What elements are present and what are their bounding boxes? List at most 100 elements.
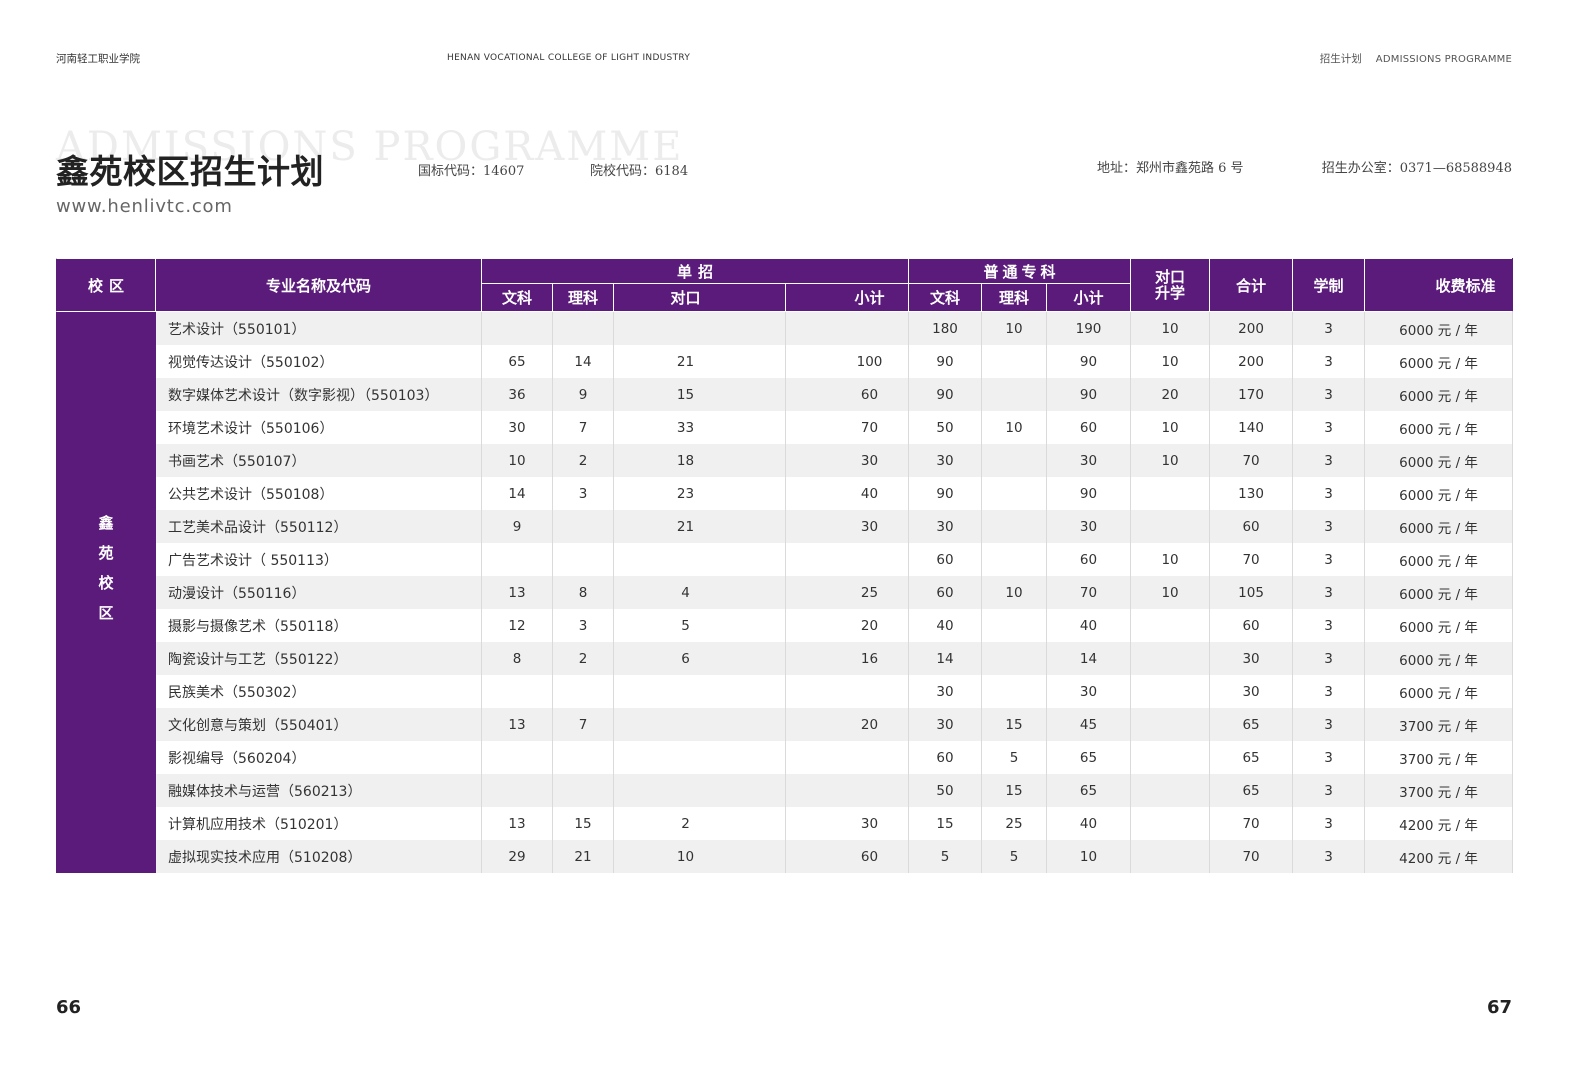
total-cell: 70 — [1209, 444, 1294, 477]
general-subtotal-cell: 10 — [1046, 840, 1132, 873]
single-subtotal-cell: 25 — [784, 576, 910, 609]
table-row: 公共艺术设计（550108） 14 3 23 40 90 90 130 3 6000 元 / 年 — [57, 477, 1514, 510]
single-subtotal-cell — [784, 311, 910, 345]
general-science-cell: 10 — [981, 311, 1048, 345]
major-cell: 视觉传达设计（550102） — [155, 345, 482, 378]
general-arts-cell: 50 — [908, 411, 983, 444]
single-science-cell: 2 — [552, 642, 614, 675]
duration-cell: 3 — [1292, 378, 1366, 411]
table-row: 广告艺术设计（ 550113） 60 60 10 70 3 6000 元 / 年 — [57, 543, 1514, 576]
table-row: 陶瓷设计与工艺（550122） 8 2 6 16 14 14 30 3 6000 元 / 年 — [57, 642, 1514, 675]
single-arts-cell: 10 — [481, 444, 553, 477]
single-arts-cell: 9 — [481, 510, 553, 543]
single-arts-cell: 13 — [481, 576, 553, 609]
fee-cell: 6000 元 / 年 — [1364, 543, 1514, 576]
single-subtotal-cell: 60 — [784, 378, 910, 411]
counterpart-upgrade-cell: 10 — [1130, 576, 1211, 609]
counterpart-upgrade-cell — [1130, 642, 1211, 675]
duration-cell: 3 — [1292, 774, 1366, 807]
header-single-science: 理科 — [552, 283, 614, 312]
general-arts-cell: 50 — [908, 774, 983, 807]
general-arts-cell: 15 — [908, 807, 983, 840]
single-arts-cell: 14 — [481, 477, 553, 510]
single-counterpart-cell: 4 — [613, 576, 786, 609]
table-row: 工艺美术品设计（550112） 9 21 30 30 30 60 3 6000 元 / 年 — [57, 510, 1514, 543]
single-subtotal-cell: 30 — [784, 510, 910, 543]
total-cell: 60 — [1209, 510, 1294, 543]
major-cell: 虚拟现实技术应用（510208） — [155, 840, 482, 873]
total-cell: 200 — [1209, 345, 1294, 378]
section-label-en: ADMISSIONS PROGRAMME — [1375, 54, 1512, 65]
table-row: 计算机应用技术（510201） 13 15 2 30 15 25 40 70 3 4200 元 / … — [57, 807, 1514, 840]
single-arts-cell: 65 — [481, 345, 553, 378]
single-arts-cell: 8 — [481, 642, 553, 675]
general-science-cell: 15 — [981, 774, 1048, 807]
table-row: 民族美术（550302） 30 30 30 3 6000 元 / 年 — [57, 675, 1514, 708]
table-row: 融媒体技术与运营（560213） 50 15 65 65 3 3700 元 / 年 — [57, 774, 1514, 807]
header-row-top: 校区 专业名称及代码 单招 普通专科 对口 升学 合计 学制 收费标准 — [56, 258, 1514, 312]
fee-cell: 3700 元 / 年 — [1364, 741, 1514, 774]
single-counterpart-cell — [613, 311, 786, 345]
general-arts-cell: 30 — [908, 708, 983, 741]
duration-cell: 3 — [1292, 510, 1366, 543]
page-number-left: 66 — [56, 997, 82, 1018]
single-science-cell — [552, 311, 614, 345]
major-cell: 数字媒体艺术设计（数字影视）（550103） — [155, 378, 482, 411]
counterpart-upgrade-cell: 10 — [1130, 444, 1211, 477]
duration-cell: 3 — [1292, 741, 1366, 774]
general-subtotal-cell: 30 — [1046, 510, 1132, 543]
single-arts-cell — [481, 774, 553, 807]
general-science-cell: 25 — [981, 807, 1048, 840]
single-science-cell: 9 — [552, 378, 614, 411]
table-row: 影视编导（560204） 60 5 65 65 3 3700 元 / 年 — [57, 741, 1514, 774]
header-single-subtotal: 小计 — [784, 283, 910, 312]
fee-cell: 6000 元 / 年 — [1364, 510, 1514, 543]
single-arts-cell: 36 — [481, 378, 553, 411]
counterpart-upgrade-cell — [1130, 807, 1211, 840]
header-major: 专业名称及代码 — [155, 258, 482, 312]
fee-cell: 6000 元 / 年 — [1364, 609, 1514, 642]
header-single-enrollment: 单招 — [480, 258, 910, 284]
counterpart-upgrade-cell: 10 — [1130, 345, 1211, 378]
table-row: 摄影与摄像艺术（550118） 12 3 5 20 40 40 60 3 6000 元 / 年 — [57, 609, 1514, 642]
duration-cell: 3 — [1292, 642, 1366, 675]
single-subtotal-cell: 30 — [784, 807, 910, 840]
general-subtotal-cell: 60 — [1046, 543, 1132, 576]
total-cell: 105 — [1209, 576, 1294, 609]
single-science-cell: 2 — [552, 444, 614, 477]
single-counterpart-cell: 33 — [613, 411, 786, 444]
duration-cell: 3 — [1292, 444, 1366, 477]
total-cell: 70 — [1209, 807, 1294, 840]
major-cell: 环境艺术设计（550106） — [155, 411, 482, 444]
duration-cell: 3 — [1292, 675, 1366, 708]
campus-char: 鑫 — [98, 514, 114, 532]
table-header: 校区 专业名称及代码 单招 普通专科 对口 升学 合计 学制 收费标准 文科 理… — [56, 258, 1514, 312]
general-subtotal-cell: 30 — [1046, 444, 1132, 477]
general-subtotal-cell: 65 — [1046, 774, 1132, 807]
duration-cell: 3 — [1292, 477, 1366, 510]
general-science-cell — [981, 510, 1048, 543]
single-arts-cell — [481, 741, 553, 774]
single-arts-cell: 12 — [481, 609, 553, 642]
duration-cell: 3 — [1292, 345, 1366, 378]
fee-cell: 6000 元 / 年 — [1364, 477, 1514, 510]
single-science-cell: 8 — [552, 576, 614, 609]
general-science-cell — [981, 378, 1048, 411]
major-cell: 广告艺术设计（ 550113） — [155, 543, 482, 576]
single-counterpart-cell: 15 — [613, 378, 786, 411]
general-arts-cell: 30 — [908, 675, 983, 708]
fee-cell: 6000 元 / 年 — [1364, 675, 1514, 708]
single-science-cell: 15 — [552, 807, 614, 840]
counterpart-upgrade-cell — [1130, 741, 1211, 774]
major-cell: 艺术设计（550101） — [155, 311, 482, 345]
duration-cell: 3 — [1292, 708, 1366, 741]
single-counterpart-cell: 21 — [613, 345, 786, 378]
general-subtotal-cell: 90 — [1046, 477, 1132, 510]
single-counterpart-cell: 23 — [613, 477, 786, 510]
single-counterpart-cell — [613, 543, 786, 576]
single-science-cell: 14 — [552, 345, 614, 378]
header-single-counterpart: 对口 — [613, 283, 786, 312]
campus-address: 地址：郑州市鑫苑路 6 号 — [1097, 161, 1244, 176]
admissions-plan-table: 校区 专业名称及代码 单招 普通专科 对口 升学 合计 学制 收费标准 文科 理… — [56, 258, 1514, 873]
counterpart-upgrade-cell — [1130, 477, 1211, 510]
